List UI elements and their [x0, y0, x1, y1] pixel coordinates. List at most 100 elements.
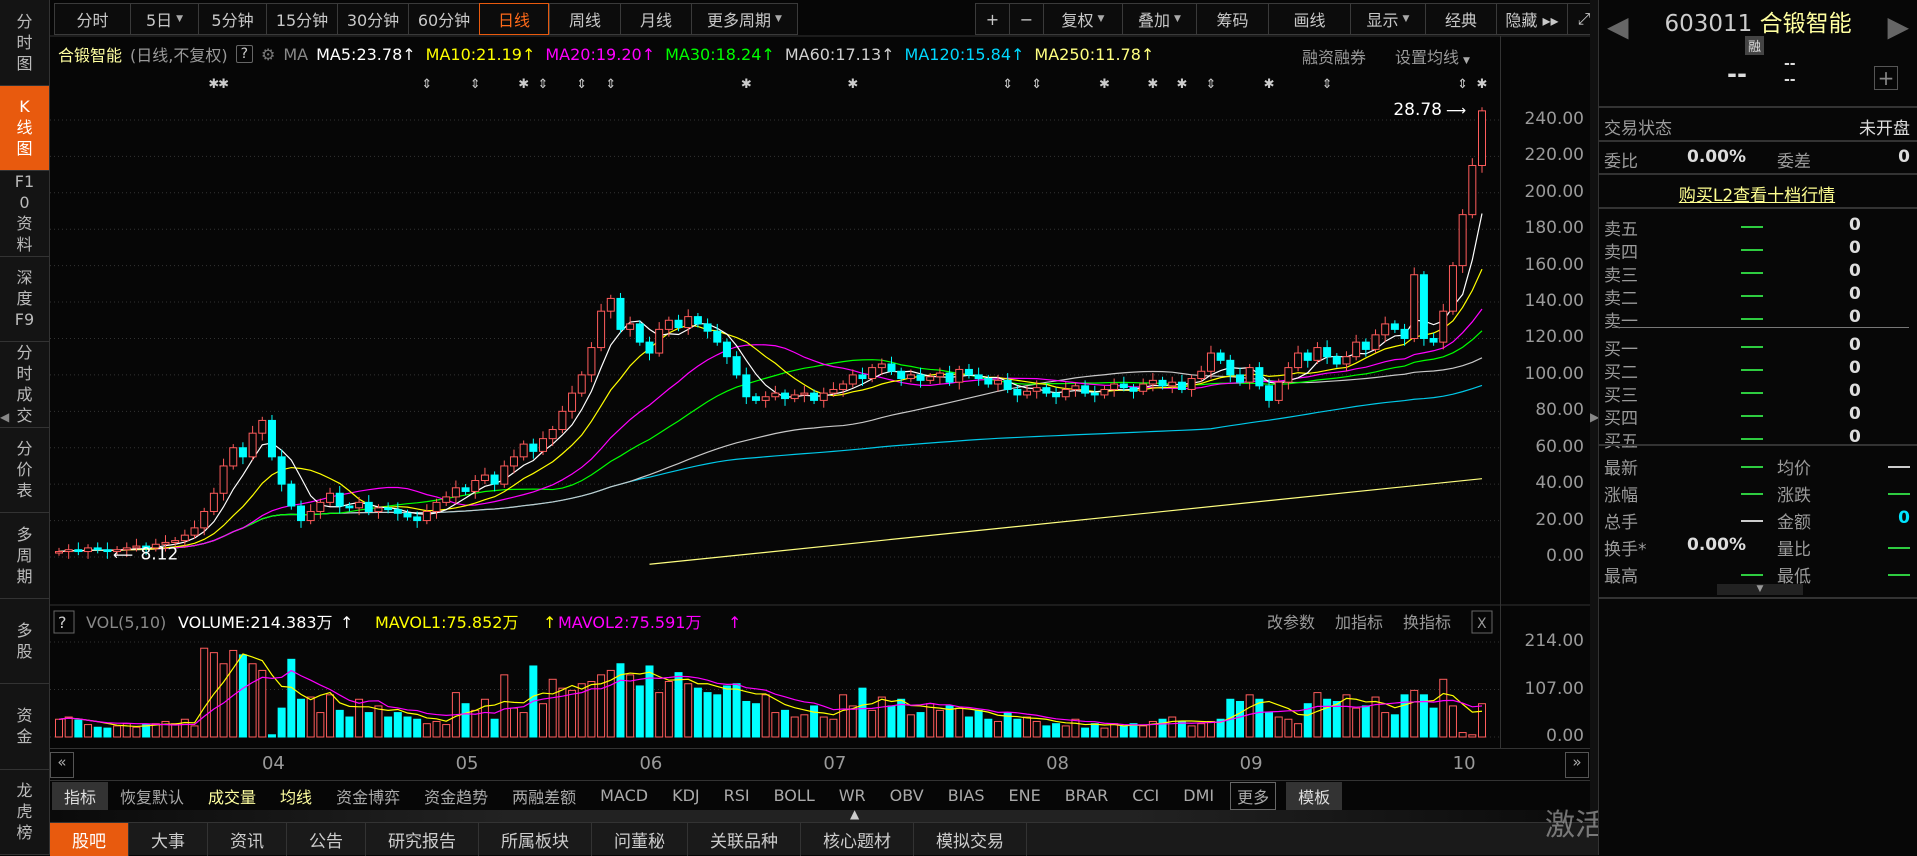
y-tick-label: 180.00 [1524, 218, 1584, 239]
indicator-tab[interactable]: BOLL [762, 782, 827, 810]
event-marker[interactable]: ✱ [1264, 77, 1275, 92]
bottom-tab[interactable]: 核心题材 [801, 823, 914, 856]
candle [1313, 342, 1322, 364]
expand-bar[interactable]: ▲ [50, 807, 1590, 822]
bottom-tab[interactable]: 问董秘 [592, 823, 688, 856]
indicator-tab[interactable]: 两融差额 [500, 782, 588, 810]
candle [819, 387, 828, 408]
candle [480, 467, 489, 485]
indicator-tab[interactable]: 恢复默认 [108, 782, 196, 810]
volume-bar [171, 723, 180, 738]
stat-label: 涨跌 [1777, 486, 1811, 506]
indicator-tab[interactable]: CCI [1120, 782, 1171, 810]
volume-help-button[interactable]: ? [58, 613, 67, 632]
more-indicators-button[interactable]: 更多 [1230, 781, 1277, 810]
candle [1284, 362, 1293, 390]
bottom-tab[interactable]: 研究报告 [366, 823, 479, 856]
add-watchlist-button[interactable]: + [1874, 66, 1898, 90]
indicator-tab[interactable]: KDJ [660, 782, 712, 810]
volume-action[interactable]: 加指标 [1335, 613, 1383, 632]
event-marker[interactable]: ⇕ [1002, 77, 1013, 92]
candle [1410, 267, 1419, 343]
indicator-tab[interactable]: 资金趋势 [412, 782, 500, 810]
candle [616, 292, 625, 334]
caret-up-icon[interactable]: ▲ [850, 807, 859, 821]
expand-left-arrow-icon[interactable]: ◀ [0, 410, 9, 424]
price-axis: 240.00 220.00 200.00 180.00 160.00 140.00 120.… [1500, 36, 1590, 748]
event-marker[interactable]: ⇕ [1457, 77, 1468, 92]
y-tick-label: 240.00 [1524, 108, 1584, 129]
level-label: 卖四 [1604, 243, 1638, 263]
event-marker[interactable]: ✱ [218, 77, 229, 92]
volume-bar [403, 716, 412, 738]
event-marker[interactable]: ✱ [847, 77, 858, 92]
event-marker[interactable]: ⇕ [1322, 77, 1333, 92]
level-label: 买三 [1604, 386, 1638, 406]
bottom-tab[interactable]: 关联品种 [688, 823, 801, 856]
event-marker[interactable]: ⇕ [1031, 77, 1042, 92]
scroll-left-button[interactable]: « [50, 752, 74, 778]
event-marker[interactable]: ✱ [1477, 77, 1488, 92]
event-marker[interactable]: ✱ [741, 77, 752, 92]
bottom-tab[interactable]: 公告 [287, 823, 366, 856]
indicator-tab[interactable]: RSI [712, 782, 762, 810]
expand-down-button[interactable]: ▼ [1717, 584, 1803, 595]
indicator-tab[interactable]: MACD [588, 782, 660, 810]
template-button[interactable]: 模板 [1286, 781, 1343, 810]
bottom-tab[interactable]: 股吧 [50, 823, 129, 856]
change-percent: -- [1784, 72, 1796, 88]
volume-action[interactable]: 改参数 [1267, 613, 1315, 632]
panel-splitter[interactable]: ▶ [1590, 0, 1599, 855]
l2-link[interactable]: 购买L2查看十档行情 [1679, 186, 1835, 206]
event-marker[interactable]: ✱ [518, 77, 529, 92]
candle [384, 502, 393, 514]
event-marker[interactable]: ⇕ [421, 77, 432, 92]
volume-action[interactable]: 换指标 [1403, 613, 1451, 632]
bottom-tab[interactable]: 所属板块 [479, 823, 592, 856]
volume-bar [132, 726, 141, 738]
volume-bar [180, 718, 189, 738]
sidebar-tab[interactable]: 龙虎榜 [0, 770, 49, 855]
volume-bar [1255, 698, 1264, 738]
indicator-tab[interactable]: 指标 [52, 781, 109, 810]
bottom-tab[interactable]: 大事 [129, 823, 208, 856]
indicator-tab[interactable]: ENE [997, 782, 1053, 810]
stat-label: 换手* [1604, 540, 1647, 560]
event-marker[interactable]: ✱ [1176, 77, 1187, 92]
indicator-tab[interactable]: 资金博弈 [324, 782, 412, 810]
candle [209, 487, 218, 516]
indicator-tab[interactable]: DMI [1171, 782, 1226, 810]
kline-chart[interactable]: ✱✱ ⇕ ⇕ ✱ ⇕ ⇕ ⇕ ✱ ✱ ⇕ ⇕ ✱ ✱ ✱ ⇕ ✱ ⇕ ⇕ ✱28.78 ⟶⟵ 8.12? VOL(5,10… [0, 0, 1590, 780]
event-marker[interactable]: ⇕ [538, 77, 549, 92]
candle [955, 365, 964, 390]
volume-bar [751, 703, 760, 738]
indicator-tab[interactable]: BIAS [936, 782, 997, 810]
volume-bar [955, 707, 964, 738]
stat-row: 最新 均价 [1604, 454, 1910, 479]
candle [577, 371, 586, 397]
candle [103, 542, 112, 559]
indicator-tab[interactable]: BRAR [1053, 782, 1121, 810]
candle [1119, 376, 1128, 392]
volume-bar [113, 725, 122, 738]
bottom-tab[interactable]: 模拟交易 [914, 823, 1027, 856]
indicator-tab[interactable]: 均线 [268, 782, 324, 810]
volume-bar [1390, 714, 1399, 738]
price-arrow-icon: ⟶ [1446, 103, 1466, 119]
candle [267, 414, 276, 461]
event-marker[interactable]: ⇕ [576, 77, 587, 92]
level-volume: 0 [1849, 261, 1861, 281]
indicator-tab[interactable]: WR [827, 782, 878, 810]
indicator-tab[interactable]: 成交量 [196, 782, 268, 810]
volume-bar [906, 714, 915, 738]
event-marker[interactable]: ⇕ [1205, 77, 1216, 92]
indicator-tab[interactable]: OBV [878, 782, 936, 810]
bottom-tab[interactable]: 资讯 [208, 823, 287, 856]
scroll-right-button[interactable]: » [1565, 752, 1589, 778]
event-marker[interactable]: ⇕ [605, 77, 616, 92]
volume-bar [1061, 725, 1070, 738]
event-marker[interactable]: ⇕ [470, 77, 481, 92]
candle [471, 475, 480, 499]
event-marker[interactable]: ✱ [1099, 77, 1110, 92]
event-marker[interactable]: ✱ [1147, 77, 1158, 92]
